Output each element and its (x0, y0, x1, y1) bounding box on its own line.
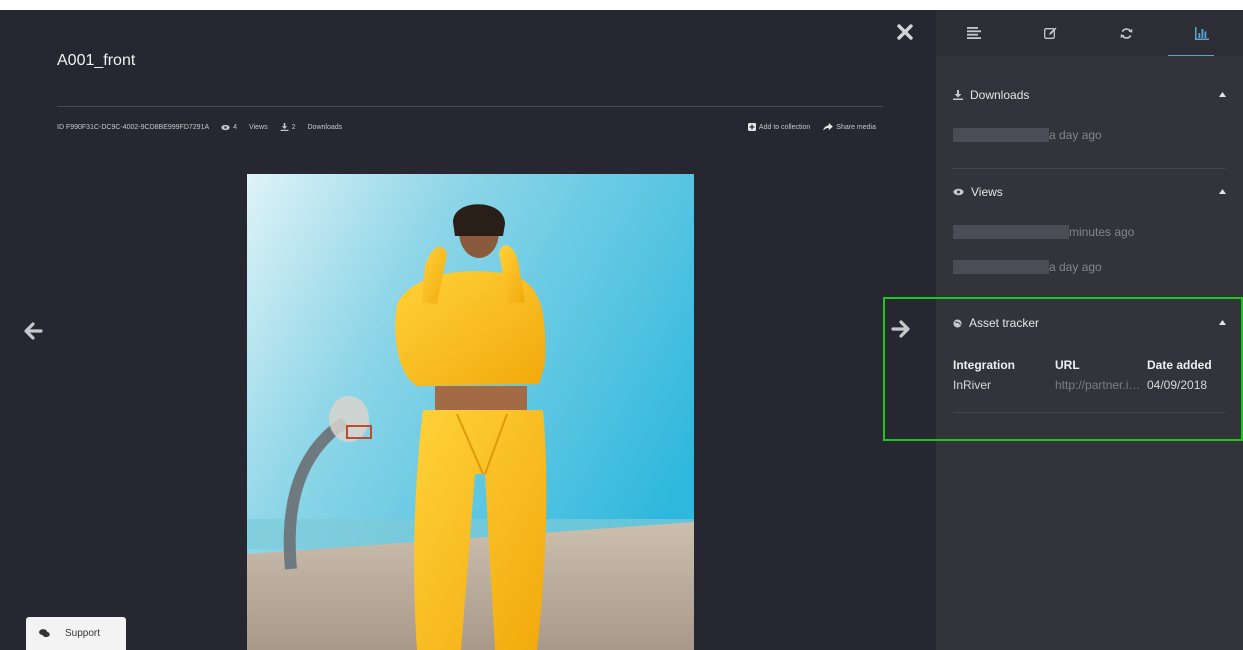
view-entry: a day ago (953, 260, 1102, 274)
tab-edit[interactable] (1012, 10, 1088, 56)
edit-icon (1043, 27, 1056, 39)
download-entry-time: a day ago (1049, 128, 1102, 142)
redacted-user (953, 128, 1049, 142)
media-actions: Add to collection Share media (747, 123, 876, 131)
downloads-section: Downloads a day ago (953, 88, 1226, 178)
column-date-added: Date added (1147, 358, 1212, 372)
views-section: Views minutes ago a day ago (953, 185, 1226, 298)
integration-name: InRiver (953, 378, 992, 392)
downloads-count: 2 (291, 123, 296, 131)
downloads-label: Downloads (307, 123, 343, 131)
media-meta: ID F990F31C-DC9C-4002-9CD8BE999FD7291A 4… (57, 123, 342, 131)
side-panel: Downloads a day ago Views minutes ago a … (936, 10, 1243, 650)
downloads-title: Downloads (970, 88, 1030, 102)
download-icon (953, 90, 963, 100)
column-url: URL (1055, 358, 1080, 372)
bar-chart-icon (1195, 26, 1209, 40)
view-entry-time: minutes ago (1069, 225, 1135, 239)
views-count: 4 (233, 123, 238, 131)
view-entry-time: a day ago (1049, 260, 1102, 274)
eye-icon (221, 124, 230, 130)
collapse-caret-icon[interactable] (1219, 92, 1226, 97)
section-divider (953, 297, 1226, 298)
header-divider (57, 106, 883, 107)
download-icon (280, 123, 289, 131)
view-entry: minutes ago (953, 225, 1134, 239)
views-label: Views (249, 123, 268, 131)
previous-arrow-icon[interactable] (22, 320, 44, 342)
asset-tracker-title: Asset tracker (969, 316, 1040, 330)
details-list-icon (967, 27, 981, 39)
eye-icon (953, 188, 964, 196)
refresh-icon (1120, 27, 1132, 39)
redacted-user (953, 225, 1069, 239)
panel-tabs (936, 10, 1243, 56)
collapse-caret-icon[interactable] (1219, 189, 1226, 194)
tab-details[interactable] (936, 10, 1012, 56)
share-media-link[interactable]: Share media (836, 124, 876, 131)
media-title: A001_front (57, 52, 136, 69)
downloads-header[interactable]: Downloads (953, 88, 1226, 102)
media-id: ID F990F31C-DC9C-4002-9CD8BE999FD7291A (57, 123, 210, 131)
column-integration: Integration (953, 358, 1015, 372)
globe-icon (953, 318, 962, 328)
chat-icon (39, 629, 50, 638)
media-viewer: A001_front ID F990F31C-DC9C-4002-9CD8BE9… (0, 10, 936, 650)
photo-illustration (247, 174, 694, 650)
support-button[interactable]: Support (26, 617, 126, 650)
plus-square-icon[interactable] (747, 123, 756, 131)
collapse-caret-icon[interactable] (1219, 320, 1226, 325)
integration-url-link[interactable]: http://partner.inriver.com (1055, 378, 1141, 392)
tab-analytics[interactable] (1164, 10, 1240, 56)
tab-sync[interactable] (1088, 10, 1164, 56)
download-entry: a day ago (953, 128, 1102, 142)
views-title: Views (971, 185, 1003, 199)
media-preview-image (247, 174, 694, 650)
section-divider (953, 168, 1226, 169)
active-tab-indicator (1168, 55, 1214, 56)
close-icon[interactable] (895, 22, 915, 42)
asset-tracker-section: Asset tracker Integration URL Date added… (953, 316, 1226, 416)
redacted-user (953, 260, 1049, 274)
next-arrow-icon[interactable] (890, 318, 912, 340)
section-divider (953, 412, 1226, 413)
views-header[interactable]: Views (953, 185, 1226, 199)
support-label: Support (65, 628, 101, 639)
add-to-collection-link[interactable]: Add to collection (759, 124, 810, 131)
asset-tracker-header[interactable]: Asset tracker (953, 316, 1226, 330)
date-added: 04/09/2018 (1147, 378, 1208, 392)
share-icon[interactable] (823, 123, 834, 131)
